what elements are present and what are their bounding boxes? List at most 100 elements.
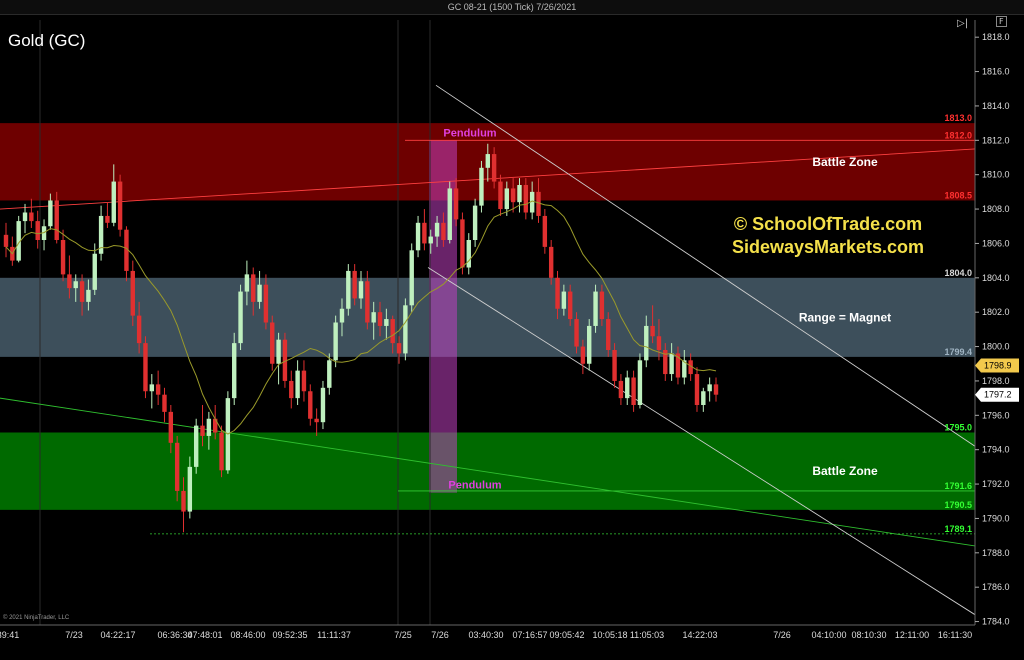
candle-body: [428, 236, 433, 244]
candle-body: [510, 188, 516, 203]
candle-body: [29, 212, 34, 222]
candle-body: [54, 200, 59, 240]
price-chart[interactable]: Battle Zone Range = Magnet Battle Zone Pend…: [0, 15, 1024, 660]
candle-body: [181, 490, 186, 512]
level-label: 1812.0: [944, 130, 972, 140]
candle-body: [149, 384, 155, 392]
y-tick-label: 1784.0: [982, 617, 1010, 627]
candle-body: [289, 380, 294, 399]
pendulum-band: [429, 140, 457, 493]
candle-body: [599, 291, 605, 320]
candle-body: [555, 277, 560, 309]
candle-body: [460, 219, 465, 268]
x-tick-label: 7/23: [65, 630, 83, 640]
candle-body: [384, 319, 389, 326]
candle-body: [327, 360, 332, 388]
candle-body: [422, 222, 427, 244]
x-tick-label: 04:22:17: [100, 630, 135, 640]
candle-body: [625, 377, 630, 399]
y-tick-label: 1786.0: [982, 582, 1010, 592]
candle-body: [219, 432, 224, 471]
candle-body: [567, 291, 573, 320]
x-tick-label: 39:41: [0, 630, 19, 640]
x-tick-label: 04:10:00: [811, 630, 846, 640]
candle-body: [542, 215, 548, 247]
candle-body: [162, 394, 167, 412]
candle-body: [447, 188, 452, 240]
candle-body: [22, 212, 28, 222]
candle-body: [669, 353, 674, 375]
y-tick-label: 1792.0: [982, 479, 1010, 489]
chart-title: Gold (GC): [8, 31, 85, 50]
candle-body: [631, 377, 636, 405]
y-tick-label: 1802.0: [982, 307, 1010, 317]
candle-body: [498, 181, 503, 210]
x-tick-label: 09:52:35: [272, 630, 307, 640]
candle-body: [593, 291, 598, 326]
y-tick-label: 1794.0: [982, 445, 1010, 455]
candle-body: [67, 274, 72, 289]
x-tick-label: 7/26: [773, 630, 791, 640]
y-tick-label: 1800.0: [982, 342, 1010, 352]
level-label: 1804.0: [944, 268, 972, 278]
candle-body: [200, 425, 205, 436]
candle-body: [606, 319, 611, 350]
candle-body: [206, 418, 212, 436]
y-tick-label: 1810.0: [982, 170, 1010, 180]
x-tick-label: 03:40:30: [468, 630, 503, 640]
candle-body: [346, 270, 351, 309]
candle-body: [143, 343, 148, 392]
level-label: 1808.5: [944, 190, 972, 200]
candle-body: [371, 312, 376, 323]
x-tick-label: 07:16:57: [512, 630, 547, 640]
level-label: 1795.0: [944, 423, 972, 433]
x-tick-label: 7/25: [394, 630, 412, 640]
y-tick-label: 1788.0: [982, 548, 1010, 558]
candle-body: [618, 380, 624, 399]
x-tick-label: 09:05:42: [549, 630, 584, 640]
x-tick-label: 11:11:37: [317, 630, 351, 640]
candle-body: [434, 222, 440, 237]
candle-body: [694, 374, 700, 405]
window-title-bar: GC 08-21 (1500 Tick) 7/26/2021: [0, 0, 1024, 15]
candle-body: [308, 391, 313, 419]
candle-body: [352, 270, 357, 299]
x-tick-label: 16:11:30: [938, 630, 972, 640]
pendulum-label-bottom: Pendulum: [448, 480, 501, 492]
candle-body: [339, 308, 345, 323]
watermark-line-1: © SchoolOfTrade.com: [734, 214, 922, 234]
y-tick-label: 1790.0: [982, 513, 1010, 523]
candle-body: [92, 253, 97, 290]
candle-body: [263, 284, 269, 323]
candle-body: [238, 291, 243, 344]
candle-body: [701, 391, 706, 405]
candle-body: [396, 343, 402, 354]
candle-body: [441, 222, 446, 240]
candle-body: [276, 339, 281, 364]
candle-body: [491, 154, 497, 182]
candle-body: [232, 343, 237, 399]
candle-body: [358, 281, 364, 299]
candle-body: [117, 181, 123, 230]
level-label: 1813.0: [944, 113, 972, 123]
candle-body: [713, 384, 719, 395]
candle-body: [73, 281, 78, 289]
candle-body: [548, 246, 554, 278]
y-tick-label: 1808.0: [982, 204, 1010, 214]
candle-body: [479, 167, 484, 206]
window-title: GC 08-21 (1500 Tick) 7/26/2021: [447, 2, 577, 12]
candle-body: [136, 315, 142, 344]
level-label: 1790.5: [944, 500, 972, 510]
candle-body: [587, 325, 592, 364]
candle-body: [187, 466, 193, 512]
candle-body: [517, 185, 522, 203]
candle-body: [656, 336, 662, 350]
time-axis: 39:417/2304:22:1706:36:3407:48:0108:46:0…: [0, 624, 975, 640]
x-tick-label: 14:22:03: [682, 630, 717, 640]
candle-body: [650, 325, 655, 337]
candle-body: [637, 360, 643, 405]
candle-body: [403, 305, 408, 354]
y-tick-label: 1816.0: [982, 67, 1010, 77]
price-marker-label: 1797.2: [984, 390, 1012, 400]
y-tick-label: 1804.0: [982, 273, 1010, 283]
